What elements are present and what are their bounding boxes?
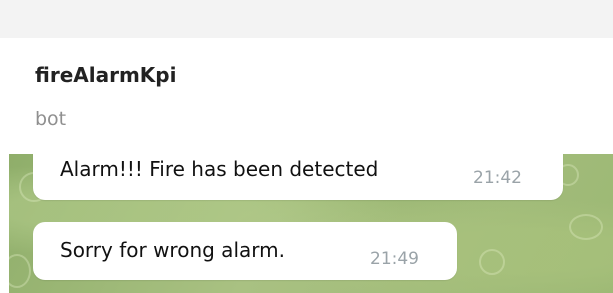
chat-title: fireAlarmKpi [35,63,177,87]
message-text: Alarm!!! Fire has been detected [60,157,379,181]
background-doodle [479,249,505,275]
message-bubble[interactable]: Sorry for wrong alarm. 21:49 [33,222,457,280]
message-text: Sorry for wrong alarm. [60,238,285,262]
chat-header[interactable]: fireAlarmKpi bot [9,38,613,154]
message-time: 21:42 [473,168,522,188]
left-divider [0,38,9,293]
window-top-strip [0,0,613,38]
background-doodle [569,214,603,240]
message-bubble[interactable]: Alarm!!! Fire has been detected 21:42 [33,154,563,200]
message-time: 21:49 [370,249,419,269]
chat-background: Alarm!!! Fire has been detected 21:42 So… [9,154,613,293]
chat-subtitle: bot [35,108,67,130]
background-doodle [9,254,31,288]
